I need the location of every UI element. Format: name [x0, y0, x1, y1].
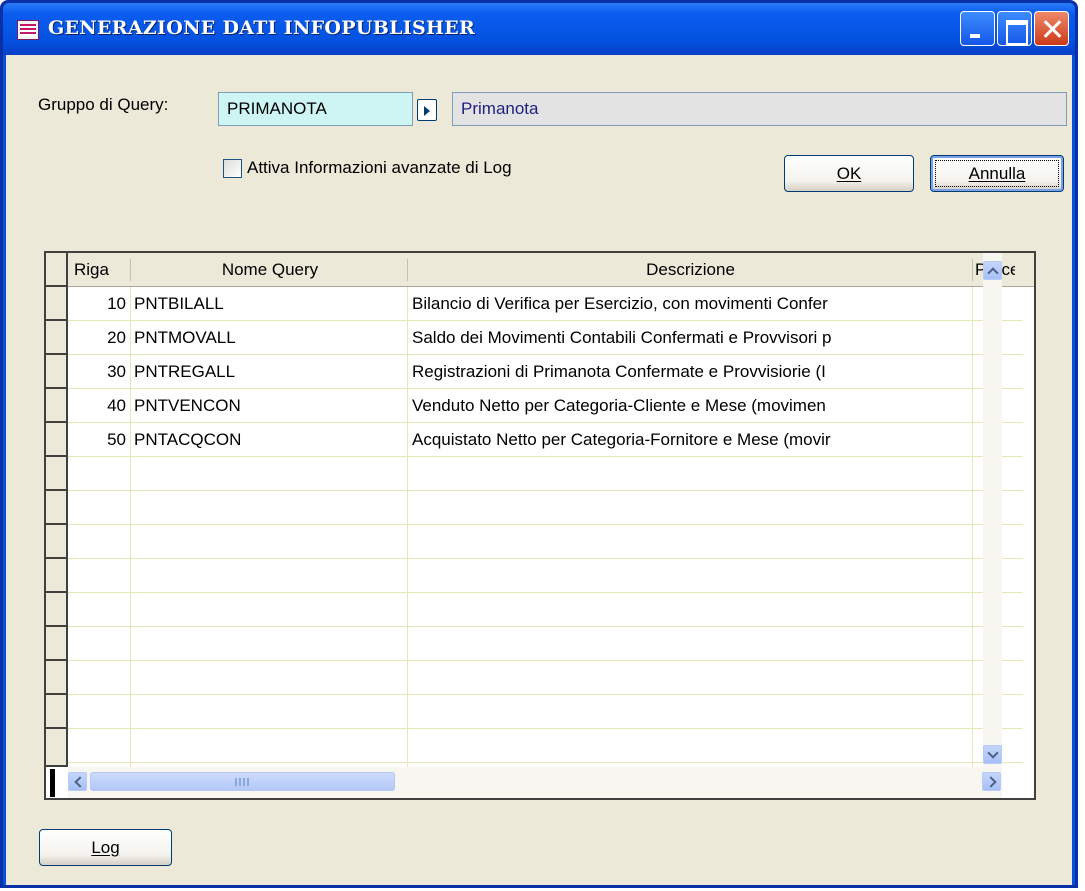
cell-descrizione: Registrazioni di Primanota Confermate e … — [412, 362, 826, 381]
column-header-riga[interactable]: Riga — [74, 253, 126, 287]
table-row[interactable]: 20 PNTMOVALL Saldo dei Movimenti Contabi… — [46, 321, 1034, 355]
cell-riga: 50 — [107, 430, 126, 449]
column-header-descrizione[interactable]: Descrizione — [409, 253, 972, 287]
app-icon — [17, 20, 39, 40]
cell-descrizione: Acquistato Netto per Categoria-Fornitore… — [412, 430, 831, 449]
cell-riga: 30 — [107, 362, 126, 381]
cell-riga: 20 — [107, 328, 126, 347]
log-button[interactable]: Log — [39, 829, 172, 866]
header-row-selector — [46, 253, 68, 287]
dialog-body: Gruppo di Query: PRIMANOTA Primanota Att… — [6, 55, 1072, 885]
maximize-button[interactable] — [997, 11, 1032, 46]
horizontal-scroll-thumb[interactable] — [90, 772, 395, 791]
row-selector[interactable] — [46, 457, 68, 491]
table-row[interactable]: 50 PNTACQCON Acquistato Netto per Catego… — [46, 423, 1034, 457]
row-selector[interactable] — [46, 627, 68, 661]
window-title: GENERAZIONE DATI INFOPUBLISHER — [48, 17, 476, 39]
advanced-log-label: Attiva Informazioni avanzate di Log — [247, 158, 512, 177]
query-group-description-field: Primanota — [452, 92, 1067, 126]
dialog-window: GENERAZIONE DATI INFOPUBLISHER Gruppo di… — [0, 0, 1078, 888]
row-selector[interactable] — [46, 559, 68, 593]
row-selector[interactable] — [46, 695, 68, 729]
minimize-button[interactable] — [960, 11, 995, 46]
scroll-left-icon[interactable] — [68, 772, 87, 791]
cell-descrizione: Saldo dei Movimenti Contabili Confermati… — [412, 328, 832, 347]
query-grid[interactable]: Riga Nome Query Descrizione Proce — [44, 251, 1036, 800]
lookup-arrow-icon[interactable] — [417, 99, 437, 121]
cell-nome-query: PNTBILALL — [134, 294, 224, 313]
cell-nome-query: PNTACQCON — [134, 430, 242, 449]
cell-nome-query: PNTREGALL — [134, 362, 236, 381]
row-selector[interactable] — [46, 661, 68, 695]
title-bar[interactable]: GENERAZIONE DATI INFOPUBLISHER — [3, 3, 1075, 55]
advanced-log-checkbox[interactable] — [223, 159, 242, 178]
scroll-up-icon[interactable] — [983, 261, 1002, 280]
current-row-marker — [50, 769, 55, 797]
cell-nome-query: PNTVENCON — [134, 396, 241, 415]
cell-descrizione: Venduto Netto per Categoria-Cliente e Me… — [412, 396, 826, 415]
scroll-right-icon[interactable] — [982, 772, 1001, 791]
row-selector[interactable] — [46, 491, 68, 525]
cell-nome-query: PNTMOVALL — [134, 328, 236, 347]
query-group-code-field[interactable]: PRIMANOTA — [218, 92, 413, 126]
query-group-label: Gruppo di Query: — [38, 95, 169, 114]
scroll-down-icon[interactable] — [983, 745, 1002, 764]
table-row[interactable]: 40 PNTVENCON Venduto Netto per Categoria… — [46, 389, 1034, 423]
row-selector[interactable] — [46, 729, 68, 767]
ok-button-label: OK — [836, 164, 862, 183]
close-button[interactable] — [1034, 11, 1069, 46]
column-header-nome-query[interactable]: Nome Query — [132, 253, 408, 287]
log-button-label: Log — [91, 838, 120, 857]
cancel-button[interactable]: Annulla — [930, 155, 1064, 192]
cell-riga: 10 — [107, 294, 126, 313]
cell-riga: 40 — [107, 396, 126, 415]
cell-descrizione: Bilancio di Verifica per Esercizio, con … — [412, 294, 828, 313]
vertical-scrollbar[interactable] — [983, 253, 1002, 768]
row-selector[interactable] — [46, 593, 68, 627]
row-selector[interactable] — [46, 525, 68, 559]
horizontal-scrollbar[interactable] — [68, 767, 1002, 798]
table-row[interactable]: 30 PNTREGALL Registrazioni di Primanota … — [46, 355, 1034, 389]
cancel-button-label: Annulla — [968, 164, 1026, 183]
ok-button[interactable]: OK — [784, 155, 914, 192]
table-row[interactable]: 10 PNTBILALL Bilancio di Verifica per Es… — [46, 287, 1034, 321]
